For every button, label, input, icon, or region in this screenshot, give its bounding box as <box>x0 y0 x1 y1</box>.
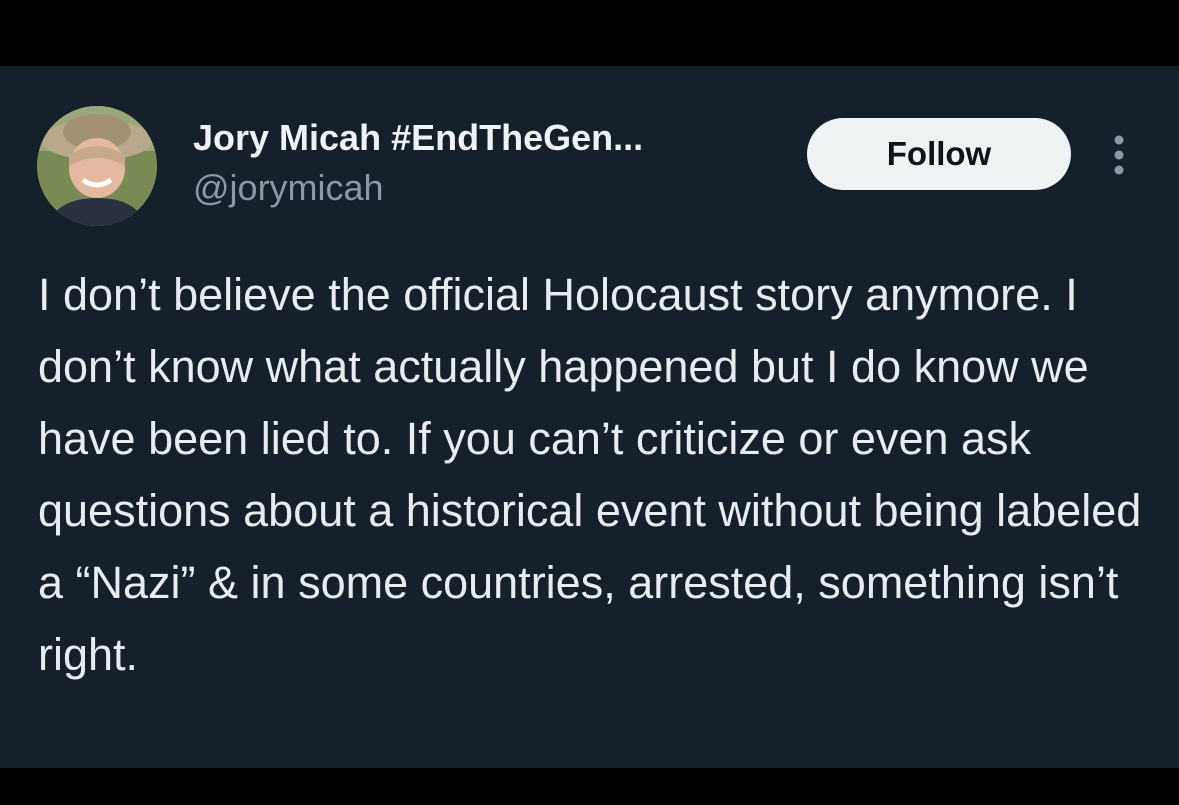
author-handle[interactable]: @jorymicah <box>193 166 384 210</box>
author-avatar[interactable] <box>37 106 157 226</box>
top-black-bar <box>0 0 1179 66</box>
follow-button[interactable]: Follow <box>807 118 1071 190</box>
tweet-card: Jory Micah #EndTheGen... @jorymicah Foll… <box>0 66 1179 768</box>
avatar-photo-icon <box>37 106 157 226</box>
bottom-black-bar <box>0 768 1179 805</box>
author-display-name[interactable]: Jory Micah #EndTheGen... <box>193 116 773 160</box>
vertical-ellipsis-icon <box>1114 135 1124 175</box>
tweet-text: I don’t believe the official Holocaust s… <box>38 269 1142 680</box>
more-options-button[interactable] <box>1104 130 1134 180</box>
